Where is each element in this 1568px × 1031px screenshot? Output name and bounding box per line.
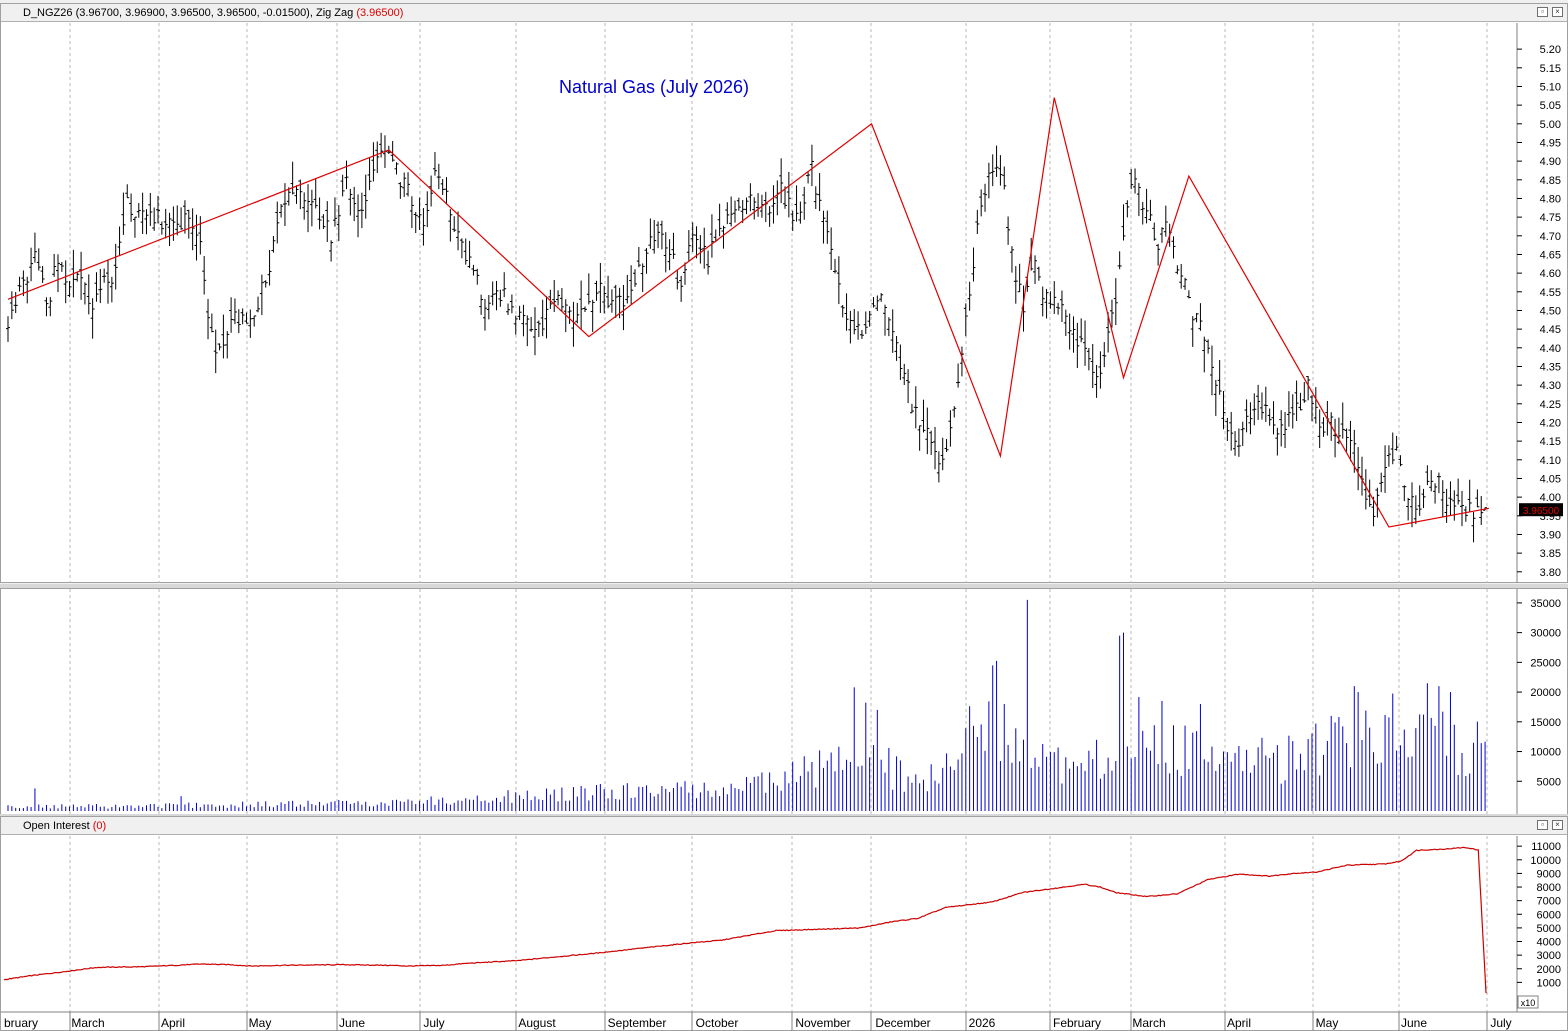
y-tick-label: 4.50 (1540, 305, 1561, 317)
x-tick-label: May (249, 1016, 272, 1030)
ohlc-bars (6, 132, 1488, 543)
y-tick-label: 4.25 (1540, 399, 1561, 411)
open-interest-pane[interactable]: Open Interest (0) ▫ × 11000 10000 9000 8000… (0, 816, 1568, 1031)
y-tick-label: 4.40 (1540, 343, 1561, 355)
volume-pane[interactable]: 35000 30000 25000 20000 15000 10000 5000 (0, 588, 1568, 815)
y-tick-label: 10000 (1530, 855, 1561, 867)
close-icon[interactable]: × (1552, 7, 1563, 17)
y-tick-label: 35000 (1530, 598, 1561, 610)
ohlc-values: (3.96700, 3.96900, 3.96500, 3.96500, -0.… (75, 7, 313, 19)
oi-pane-controls: ▫ × (1537, 820, 1563, 830)
y-tick-label: 30000 (1530, 628, 1561, 640)
x-tick-label: September (608, 1016, 667, 1030)
y-tick-label: 20000 (1530, 687, 1561, 699)
oi-pane-header: Open Interest (0) (1, 817, 1567, 835)
symbol-label: D_NGZ26 (23, 7, 73, 19)
chart-window: D_NGZ26 (3.96700, 3.96900, 3.96500, 3.96… (0, 0, 1568, 1031)
y-tick-label: 4.35 (1540, 361, 1561, 373)
chart-title: Natural Gas (July 2026) (559, 77, 749, 97)
y-tick-label: 3.80 (1540, 567, 1561, 579)
y-tick-label: 4.85 (1540, 175, 1561, 187)
x-tick-label: February (1053, 1016, 1101, 1030)
indicator-value: (3.96500) (356, 7, 404, 19)
x-tick-label: March (1132, 1016, 1165, 1030)
y-tick-label: 5000 (1537, 923, 1561, 935)
y-tick-label: 5.15 (1540, 63, 1561, 75)
x-tick-label: July (423, 1016, 444, 1030)
restore-icon[interactable]: ▫ (1537, 820, 1548, 830)
x-tick-label: June (1401, 1016, 1427, 1030)
y-tick-label: 15000 (1530, 717, 1561, 729)
y-tick-label: 4.00 (1540, 492, 1561, 504)
last-price-label: 3.96500 (1523, 506, 1560, 517)
price-pane-header: D_NGZ26 (3.96700, 3.96900, 3.96500, 3.96… (1, 4, 1567, 22)
zigzag-line (7, 97, 1490, 528)
y-tick-label: 3.85 (1540, 548, 1561, 560)
y-tick-label: 7000 (1537, 896, 1561, 908)
x-tick-label: May (1316, 1016, 1339, 1030)
x-tick-label: October (696, 1016, 739, 1030)
y-tick-label: 4.65 (1540, 249, 1561, 261)
price-pane-controls: ▫ × (1537, 7, 1563, 17)
y-tick-label: 11000 (1531, 841, 1561, 853)
y-tick-label: 4.10 (1540, 455, 1561, 467)
y-tick-label: 1000 (1537, 977, 1561, 989)
x-tick-label: November (795, 1016, 850, 1030)
y-tick-label: 4.30 (1540, 380, 1561, 392)
x-tick-label: March (71, 1016, 104, 1030)
y-tick-label: 4000 (1537, 937, 1561, 949)
indicator-name: Zig Zag (315, 7, 354, 19)
y-tick-label: 4.15 (1540, 436, 1561, 448)
x-tick-label: July (1490, 1016, 1511, 1030)
x-tick-label: August (518, 1016, 556, 1030)
close-icon[interactable]: × (1552, 820, 1563, 830)
y-tick-label: 4.45 (1540, 324, 1561, 336)
y-tick-label: 4.95 (1540, 137, 1561, 149)
volume-bars (7, 599, 1486, 811)
price-pane[interactable]: D_NGZ26 (3.96700, 3.96900, 3.96500, 3.96… (0, 3, 1568, 583)
y-tick-label: 4.70 (1540, 231, 1561, 243)
y-tick-label: 9000 (1537, 868, 1561, 880)
open-interest-line (3, 846, 1487, 994)
y-tick-label: 5.10 (1540, 81, 1561, 93)
y-tick-label: 8000 (1537, 882, 1561, 894)
oi-value: (0) (92, 820, 107, 832)
y-tick-label: 2000 (1537, 964, 1561, 976)
volume-chart[interactable]: 35000 30000 25000 20000 15000 10000 5000 (1, 589, 1567, 814)
scale-note: x10 (1521, 998, 1536, 1008)
x-tick-label: bruary (4, 1016, 38, 1030)
x-tick-label: 2026 (969, 1016, 996, 1030)
y-tick-label: 4.80 (1540, 193, 1561, 205)
y-tick-label: 5.00 (1540, 119, 1561, 131)
y-tick-label: 5.20 (1540, 44, 1561, 56)
x-tick-label: April (161, 1016, 185, 1030)
y-tick-label: 4.55 (1540, 287, 1561, 299)
restore-icon[interactable]: ▫ (1537, 7, 1548, 17)
y-tick-label: 25000 (1530, 657, 1561, 669)
y-tick-label: 6000 (1537, 909, 1561, 921)
open-interest-chart[interactable]: 11000 100009000 8000 70006000 5000 40003000 20… (1, 836, 1567, 1031)
y-tick-label: 4.60 (1540, 268, 1561, 280)
price-chart[interactable]: Natural Gas (July 2026) 5.20 5.15 5.10 5.05 5… (1, 23, 1567, 583)
y-tick-label: 3.90 (1540, 529, 1561, 541)
x-tick-label: June (339, 1016, 365, 1030)
y-tick-label: 5.05 (1540, 100, 1561, 112)
y-tick-label: 5000 (1537, 776, 1561, 788)
y-tick-label: 4.90 (1540, 156, 1561, 168)
y-tick-label: 4.05 (1540, 473, 1561, 485)
y-tick-label: 4.75 (1540, 212, 1561, 224)
y-tick-label: 10000 (1530, 747, 1561, 759)
x-tick-label: December (875, 1016, 930, 1030)
x-tick-label: April (1227, 1016, 1251, 1030)
oi-label: Open Interest (23, 820, 90, 832)
y-tick-label: 3000 (1537, 950, 1561, 962)
y-tick-label: 4.20 (1540, 417, 1561, 429)
